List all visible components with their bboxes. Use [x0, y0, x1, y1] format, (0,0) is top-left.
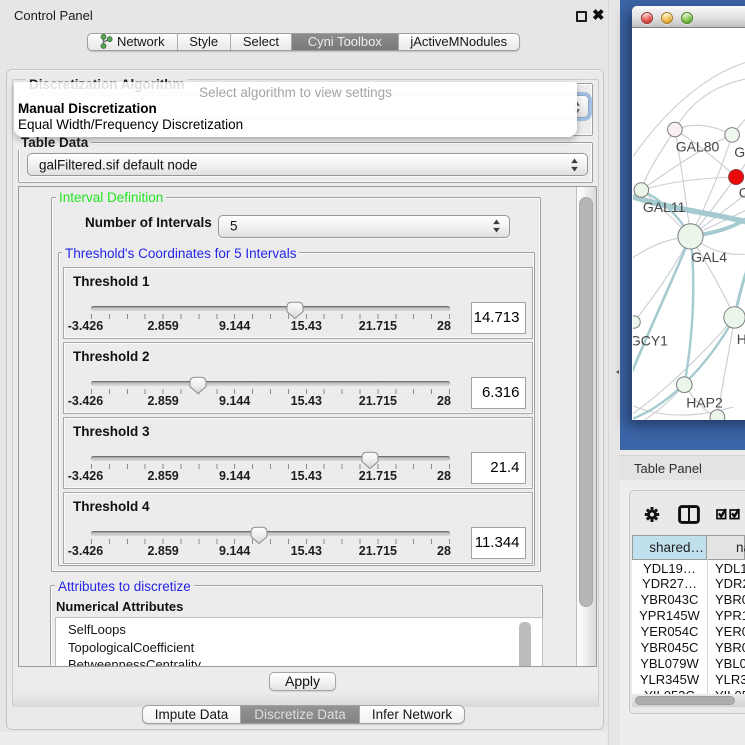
svg-text:G.: G. — [734, 144, 745, 160]
svg-text:HAP2: HAP2 — [686, 394, 723, 410]
svg-text:GAL11: GAL11 — [643, 199, 686, 215]
svg-text:GAL80: GAL80 — [676, 138, 720, 154]
svg-text:H: H — [737, 331, 745, 347]
svg-text:C: C — [739, 184, 745, 200]
svg-text:GAL4: GAL4 — [691, 249, 727, 265]
svg-text:GCY1: GCY1 — [633, 332, 668, 348]
